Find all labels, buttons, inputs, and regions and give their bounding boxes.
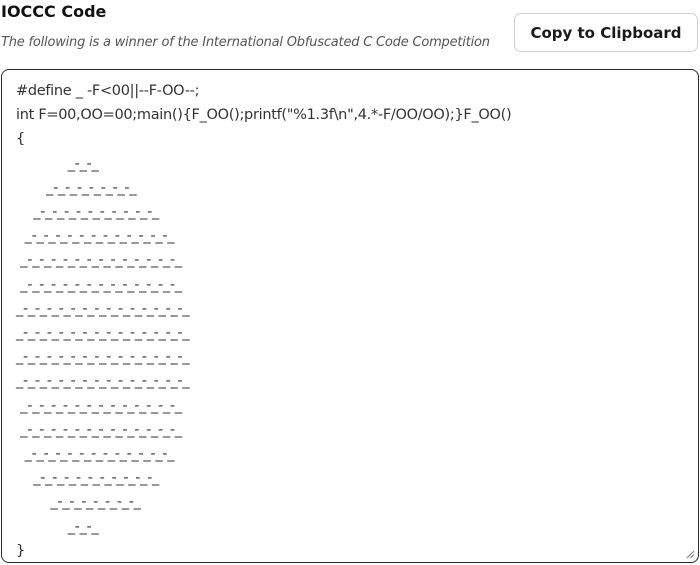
page-subtitle: The following is a winner of the Interna… <box>1 35 490 50</box>
code-textarea[interactable]: #define _ -F<00||--F-OO--; int F=00,OO=0… <box>1 69 699 563</box>
resize-grip-icon[interactable] <box>685 549 695 559</box>
code-content: #define _ -F<00||--F-OO--; int F=00,OO=0… <box>16 83 512 559</box>
page-title: IOCCC Code <box>1 2 107 21</box>
copy-to-clipboard-button[interactable]: Copy to Clipboard <box>514 13 698 52</box>
ioccc-code-panel: IOCCC Code The following is a winner of … <box>0 0 700 565</box>
